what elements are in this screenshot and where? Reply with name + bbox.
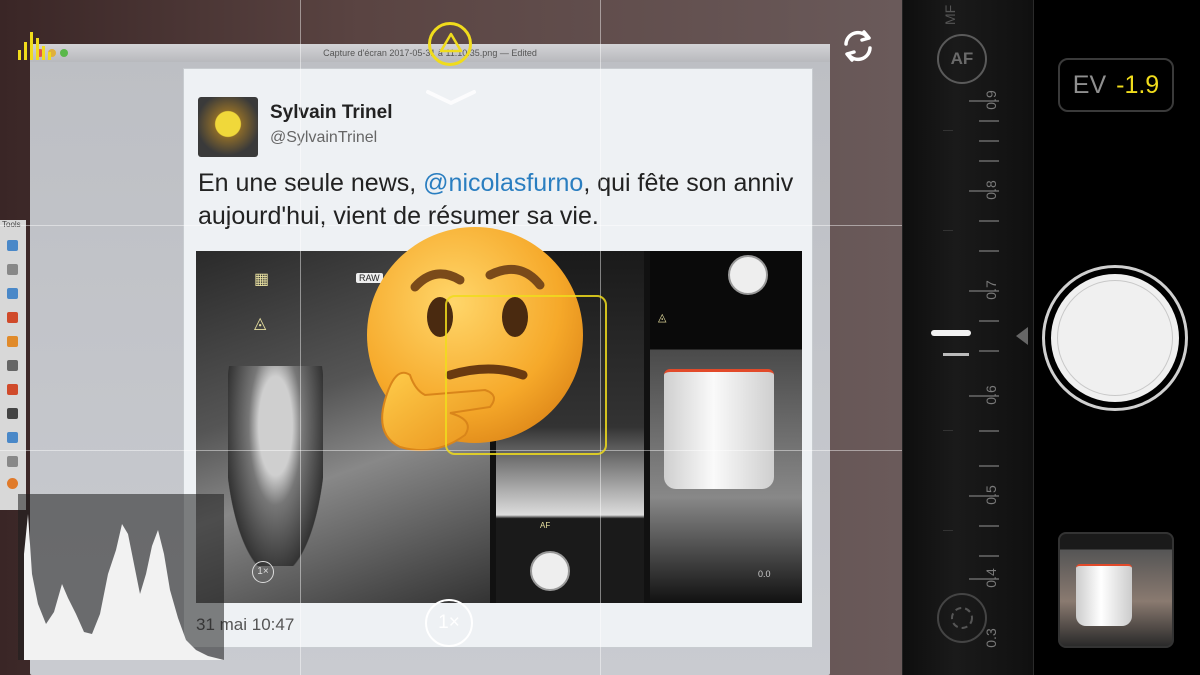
scale-tick: [979, 250, 999, 252]
grid-line: [0, 225, 902, 226]
tile-triangle-icon: ◬: [658, 312, 667, 324]
scale-tick: [979, 160, 999, 162]
zoom-tool-icon: [7, 456, 18, 467]
triangle-icon: [439, 32, 463, 53]
grid-icon: ▦: [254, 271, 270, 288]
autofocus-button[interactable]: AF: [937, 34, 987, 84]
select-tool-icon: [7, 240, 18, 251]
editor-tool-palette: Tools: [0, 220, 26, 510]
eraser-tool-icon: [7, 360, 18, 371]
scale-tick: [979, 430, 999, 432]
switch-camera-icon[interactable]: [838, 26, 878, 66]
tweet-mention: @nicolasfurno: [423, 169, 584, 197]
tile-af-label: AF: [540, 521, 551, 530]
audio-level-icon[interactable]: [18, 30, 52, 60]
tile-zoom-label: 1×: [252, 561, 274, 583]
tile-ev-label: 0.0: [758, 569, 771, 579]
focus-scale-label: 0.9: [983, 90, 999, 110]
zoom-dot-icon: [60, 49, 68, 57]
mug-photo: [664, 369, 774, 489]
color-swatch-icon: [7, 478, 18, 489]
scale-tick: [943, 430, 953, 431]
scale-tick: [979, 555, 999, 557]
pencil-tool-icon: [7, 336, 18, 347]
flower-macro-icon: [951, 607, 973, 629]
tile-shutter-icon: [728, 255, 768, 295]
brush-tool-icon: [7, 312, 18, 323]
focus-scale-label: 0.8: [983, 180, 999, 200]
scale-tick: [979, 320, 999, 322]
scale-tick: [979, 120, 999, 122]
ev-label: EV: [1072, 71, 1107, 99]
exposure-compensation-badge[interactable]: EV -1.9: [1058, 58, 1174, 112]
text-tool-icon: [7, 408, 18, 419]
histogram: [18, 494, 224, 660]
scale-tick: [979, 140, 999, 142]
shape-tool-icon: [7, 432, 18, 443]
scale-tick: [943, 530, 953, 531]
triangle-icon: ◬: [254, 315, 267, 332]
exposure-mode-button[interactable]: [428, 22, 472, 66]
macro-focus-button[interactable]: [937, 593, 987, 643]
scale-tick: [943, 230, 953, 231]
slider-pointer-icon: [1016, 327, 1028, 345]
focus-scale-label: 0.5: [983, 485, 999, 505]
lasso-tool-icon: [7, 264, 18, 275]
camera-control-panel: MF AF 0.9 0.8 0.7 0.6 0.5 0.4 0.3 EV -1.…: [902, 0, 1200, 675]
cat-photo: [228, 366, 323, 566]
fill-tool-icon: [7, 384, 18, 395]
tweet-text: En une seule news, @nicolasfurno, qui fê…: [198, 167, 798, 233]
tile-shutter-icon: [530, 551, 570, 591]
grid-line: [300, 0, 301, 675]
tweet-text-start: En une seule news,: [198, 169, 424, 197]
scale-tick: [979, 465, 999, 467]
focus-scale-label: 0.4: [983, 568, 999, 588]
tweet-author-name: Sylvain Trinel: [270, 102, 393, 123]
zoom-toggle-button[interactable]: 1×: [425, 599, 473, 647]
camera-viewfinder[interactable]: Capture d'écran 2017-05-31 à 11.10.35.pn…: [0, 0, 902, 675]
shutter-button[interactable]: [1045, 268, 1185, 408]
manual-focus-label: MF: [942, 4, 958, 25]
tweet-author-handle: @SylvainTrinel: [270, 129, 378, 146]
focus-scale-label: 0.7: [983, 280, 999, 300]
ev-value: -1.9: [1116, 71, 1160, 99]
scale-tick: [979, 350, 999, 352]
scale-tick: [943, 130, 953, 131]
avatar: [198, 97, 258, 157]
shutter-inner-ring: [1057, 280, 1173, 396]
media-tile-mug: ◬ 0.0: [650, 251, 802, 603]
magic-tool-icon: [7, 288, 18, 299]
scale-tick: [979, 220, 999, 222]
last-photo-thumbnail[interactable]: [1058, 532, 1174, 648]
thumbnail-mug-photo: [1076, 564, 1132, 626]
focus-slider-indicator: [943, 353, 969, 356]
manual-focus-strip[interactable]: MF AF 0.9 0.8 0.7 0.6 0.5 0.4 0.3: [902, 0, 1034, 675]
focus-area-bracket[interactable]: [445, 295, 607, 455]
chevron-down-icon[interactable]: [424, 86, 478, 108]
focus-scale-label: 0.6: [983, 385, 999, 405]
scale-tick: [979, 525, 999, 527]
focus-slider-handle[interactable]: [931, 330, 971, 336]
